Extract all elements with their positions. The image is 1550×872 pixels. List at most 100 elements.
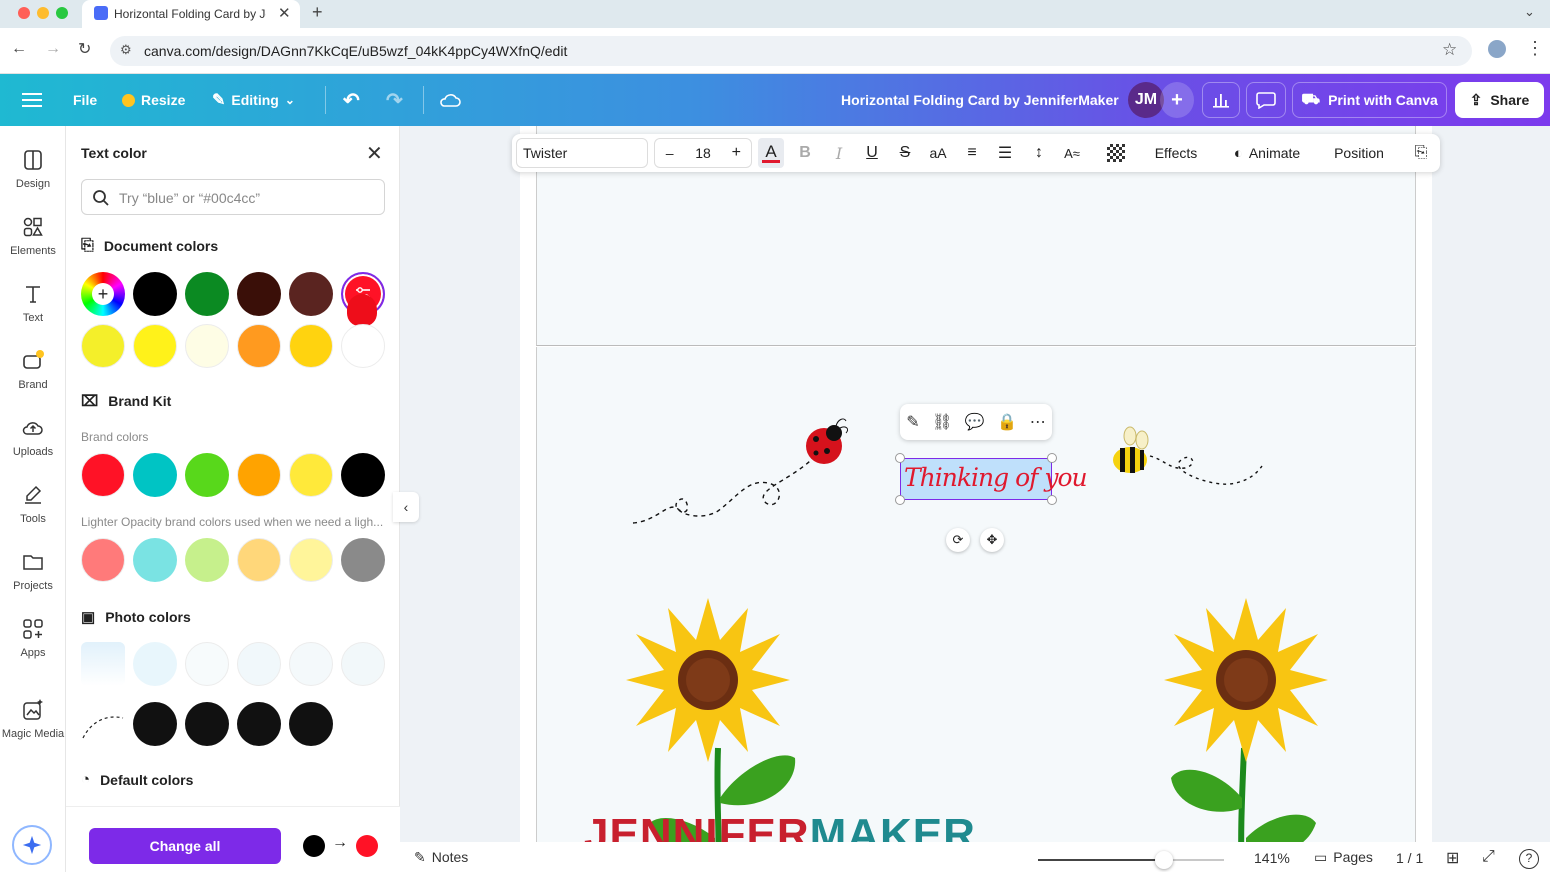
zoom-slider[interactable] xyxy=(1038,851,1224,869)
ladybug-graphic[interactable] xyxy=(628,411,858,531)
close-tab-icon[interactable]: ✕ xyxy=(278,4,291,22)
bookmark-star-icon[interactable]: ☆ xyxy=(1442,40,1457,60)
back-icon[interactable]: ← xyxy=(11,40,27,58)
bullet-list-icon[interactable]: ☰ xyxy=(992,134,1018,172)
document-color-swatch[interactable] xyxy=(237,324,281,368)
rail-item-text[interactable]: Text xyxy=(0,282,66,342)
bold-icon[interactable]: B xyxy=(792,134,818,172)
strikethrough-icon[interactable]: S xyxy=(892,134,918,172)
brand-color-swatch[interactable] xyxy=(81,453,125,497)
editing-mode-button[interactable]: ✎ Editing ⌄ xyxy=(212,74,295,126)
align-center-icon[interactable]: ≡ xyxy=(959,134,985,172)
italic-icon[interactable]: I xyxy=(826,134,852,172)
link-icon[interactable]: ⛓ xyxy=(932,412,952,432)
resize-handle[interactable] xyxy=(1047,495,1057,505)
bee-graphic[interactable] xyxy=(1090,426,1270,496)
brand-color-swatch[interactable] xyxy=(237,453,281,497)
design-page[interactable]: ✎ ⛓ 💬 🔒 ⋯ Thinking of you ⟳ ✥ JENNIFERMA… xyxy=(520,126,1432,872)
resize-handle[interactable] xyxy=(895,495,905,505)
photo-color-swatch[interactable] xyxy=(133,642,177,686)
copy-style-icon[interactable]: ⎘ xyxy=(1408,134,1434,172)
photo-color-swatch[interactable] xyxy=(185,642,229,686)
sunflower-right-graphic[interactable] xyxy=(1156,598,1336,872)
tab-search-icon[interactable]: ⌄ xyxy=(1524,4,1535,20)
file-menu-button[interactable]: File xyxy=(73,74,97,126)
lighter-brand-color-swatch[interactable] xyxy=(81,538,125,582)
invite-button[interactable]: + xyxy=(1160,82,1194,118)
photo-color-swatch[interactable] xyxy=(341,642,385,686)
change-all-button[interactable]: Change all xyxy=(89,828,281,864)
photo-color-swatch[interactable] xyxy=(289,642,333,686)
reload-icon[interactable]: ↻ xyxy=(78,39,91,59)
print-with-canva-button[interactable]: ⛟ Print with Canva xyxy=(1292,82,1447,118)
lighter-brand-color-swatch[interactable] xyxy=(289,538,333,582)
text-color-button[interactable]: A xyxy=(758,138,784,168)
document-color-swatch[interactable] xyxy=(289,324,333,368)
profile-avatar[interactable] xyxy=(1488,40,1506,58)
rail-item-apps[interactable]: Apps xyxy=(0,617,66,677)
transparency-icon[interactable] xyxy=(1103,134,1129,172)
photo-color-swatch[interactable] xyxy=(185,702,229,746)
document-color-swatch[interactable] xyxy=(237,272,281,316)
photo-color-swatch[interactable] xyxy=(237,702,281,746)
magic-assistant-button[interactable] xyxy=(12,825,52,865)
selected-text-box[interactable]: Thinking of you xyxy=(895,453,1088,505)
move-handle-icon[interactable]: ✥ xyxy=(980,528,1004,552)
thinking-of-you-text[interactable]: Thinking of you xyxy=(904,463,1088,492)
decrease-size-icon[interactable]: – xyxy=(655,145,684,161)
color-search-input[interactable]: Try “blue” or “#00c4cc” xyxy=(81,179,385,215)
increase-size-icon[interactable]: + xyxy=(722,144,751,162)
pages-button[interactable]: ▭ Pages xyxy=(1314,849,1373,866)
main-menu-button[interactable] xyxy=(22,74,42,126)
browser-tab[interactable]: Horizontal Folding Card by Je ✕ xyxy=(82,0,300,28)
rail-item-projects[interactable]: Projects xyxy=(0,550,66,610)
lighter-brand-color-swatch[interactable] xyxy=(237,538,281,582)
site-settings-icon[interactable]: ⚙ xyxy=(120,42,132,58)
document-color-swatch[interactable] xyxy=(81,324,125,368)
minimize-window-button[interactable] xyxy=(37,7,49,19)
effects-button[interactable]: Effects xyxy=(1142,134,1210,172)
letter-case-icon[interactable]: aA xyxy=(925,134,951,172)
document-title[interactable]: Horizontal Folding Card by JenniferMaker xyxy=(841,74,1119,126)
font-size-value[interactable]: 18 xyxy=(684,145,721,161)
document-color-swatch[interactable] xyxy=(289,272,333,316)
help-icon[interactable]: ? xyxy=(1519,849,1539,869)
lighter-brand-color-swatch[interactable] xyxy=(133,538,177,582)
browser-menu-icon[interactable]: ⋮ xyxy=(1526,38,1544,59)
document-color-swatch[interactable] xyxy=(133,324,177,368)
text-style-icon[interactable]: A≈ xyxy=(1059,134,1085,172)
lighter-brand-color-swatch[interactable] xyxy=(185,538,229,582)
resize-handle[interactable] xyxy=(895,453,905,463)
brand-color-swatch[interactable] xyxy=(289,453,333,497)
rail-item-magic-media[interactable]: Magic Media xyxy=(0,698,66,758)
position-button[interactable]: Position xyxy=(1324,134,1394,172)
resize-handle[interactable] xyxy=(1047,453,1057,463)
notes-button[interactable]: ✎ Notes xyxy=(414,849,468,866)
brand-color-swatch[interactable] xyxy=(341,453,385,497)
font-size-stepper[interactable]: – 18 + xyxy=(654,138,752,168)
resize-button[interactable]: Resize xyxy=(122,74,185,126)
rail-item-brand[interactable]: Brand xyxy=(0,349,66,409)
share-button[interactable]: ⇪ Share xyxy=(1455,82,1544,118)
dotted-path-thumbnail[interactable] xyxy=(81,712,125,742)
document-color-swatch[interactable] xyxy=(185,324,229,368)
user-avatar[interactable]: JM xyxy=(1128,82,1164,118)
rail-item-tools[interactable]: Tools xyxy=(0,483,66,543)
add-comment-icon[interactable]: 💬 xyxy=(965,412,985,432)
fullscreen-icon[interactable]: ⤢ xyxy=(1482,848,1495,866)
rail-item-design[interactable]: Design xyxy=(0,148,66,208)
underline-icon[interactable]: U xyxy=(859,134,885,172)
document-color-swatch[interactable] xyxy=(133,272,177,316)
close-window-button[interactable] xyxy=(18,7,30,19)
photo-color-swatch[interactable] xyxy=(237,642,281,686)
magic-edit-icon[interactable]: ✎ xyxy=(906,412,919,432)
rail-item-elements[interactable]: Elements xyxy=(0,215,66,275)
brand-color-swatch[interactable] xyxy=(185,453,229,497)
rotate-handle-icon[interactable]: ⟳ xyxy=(946,528,970,552)
grid-view-icon[interactable]: ⊞ xyxy=(1446,848,1459,868)
redo-button[interactable]: ↷ xyxy=(386,74,403,126)
document-color-swatch[interactable] xyxy=(185,272,229,316)
brand-color-swatch[interactable] xyxy=(133,453,177,497)
photo-color-swatch[interactable] xyxy=(289,702,333,746)
insights-button[interactable] xyxy=(1202,82,1240,118)
